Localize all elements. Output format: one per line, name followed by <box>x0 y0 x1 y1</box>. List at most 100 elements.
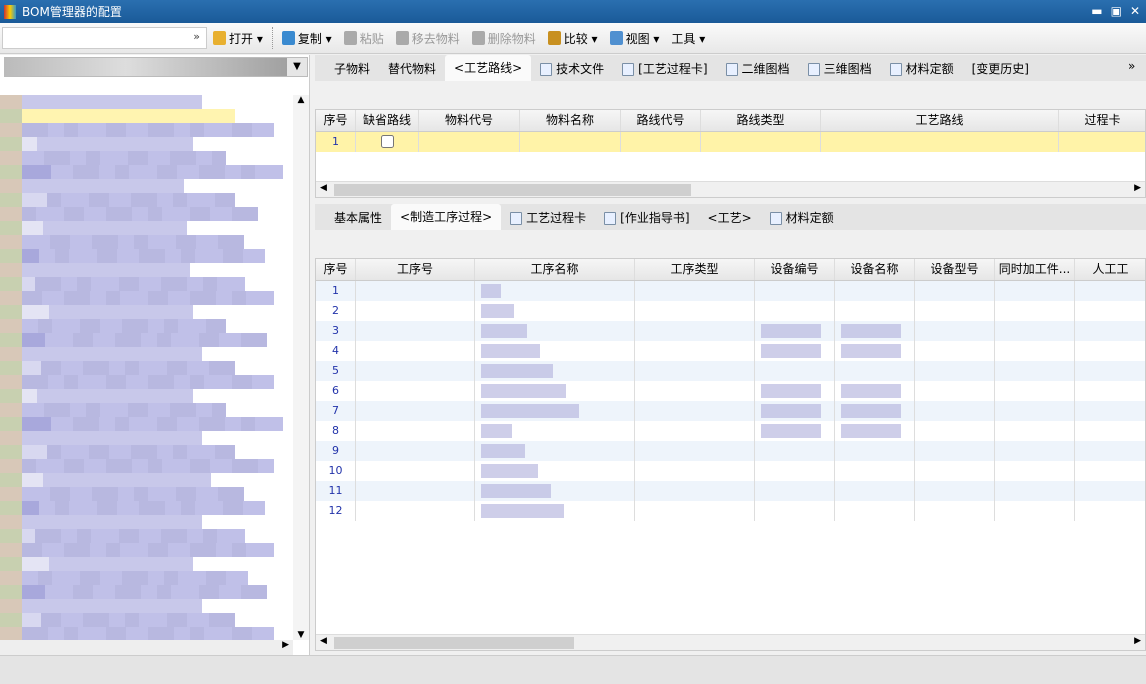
tab-4[interactable]: [工艺过程卡] <box>613 57 716 81</box>
tab-7[interactable]: 材料定额 <box>881 57 963 81</box>
column-header[interactable]: 缺省路线 <box>356 110 419 131</box>
column-header[interactable]: 设备名称 <box>835 259 915 280</box>
dropdown-arrow-icon[interactable]: ▼ <box>287 58 307 76</box>
tree-node[interactable] <box>0 445 293 459</box>
column-header[interactable]: 工序类型 <box>635 259 755 280</box>
toolbar-button-4[interactable]: 删除物料 <box>466 26 542 50</box>
tree-node[interactable] <box>0 515 293 529</box>
tab-2[interactable]: <工艺路线> <box>445 55 532 81</box>
tree-node[interactable] <box>0 95 293 109</box>
route-horizontal-scrollbar[interactable]: ◀ ▶ <box>316 181 1145 197</box>
tree-node[interactable] <box>0 109 293 123</box>
table-row[interactable]: 2 <box>316 301 1145 321</box>
toolbar-button-7[interactable]: 工具 ▾ <box>665 26 711 50</box>
table-row[interactable]: 1 <box>316 132 1145 152</box>
tree-node[interactable] <box>0 151 293 165</box>
tree-node[interactable] <box>0 319 293 333</box>
tab-1[interactable]: 替代物料 <box>379 57 445 81</box>
table-row[interactable]: 3 <box>316 321 1145 341</box>
tree-node[interactable] <box>0 263 293 277</box>
tree-node[interactable] <box>0 529 293 543</box>
table-row[interactable]: 12 <box>316 501 1145 521</box>
toolbar-button-2[interactable]: 粘贴 <box>338 26 390 50</box>
tree-node[interactable] <box>0 277 293 291</box>
tree-node[interactable] <box>0 137 293 151</box>
maximize-button[interactable]: ▣ <box>1111 4 1122 18</box>
column-header[interactable]: 设备型号 <box>915 259 995 280</box>
column-header[interactable]: 人工工 <box>1075 259 1146 280</box>
column-header[interactable]: 序号 <box>316 259 356 280</box>
close-button[interactable]: ✕ <box>1130 4 1140 18</box>
column-header[interactable]: 设备编号 <box>755 259 835 280</box>
tree-horizontal-scrollbar[interactable]: ▶ <box>0 640 293 656</box>
tree-node[interactable] <box>0 221 293 235</box>
column-header[interactable]: 工艺路线 <box>821 110 1059 131</box>
table-row[interactable]: 4 <box>316 341 1145 361</box>
toolbar-button-3[interactable]: 移去物料 <box>390 26 466 50</box>
tree-node[interactable] <box>0 557 293 571</box>
table-row[interactable]: 8 <box>316 421 1145 441</box>
column-header[interactable]: 物料代号 <box>419 110 520 131</box>
tab-3[interactable]: [作业指导书] <box>595 206 698 230</box>
tree-node[interactable] <box>0 165 293 179</box>
table-row[interactable]: 9 <box>316 441 1145 461</box>
tree-node[interactable] <box>0 459 293 473</box>
toolbar-button-1[interactable]: 复制 ▾ <box>276 26 338 50</box>
tree-node[interactable] <box>0 403 293 417</box>
column-header[interactable]: 序号 <box>316 110 356 131</box>
tab-0[interactable]: 子物料 <box>325 57 379 81</box>
tab-4[interactable]: <工艺> <box>699 206 761 230</box>
tree-node[interactable] <box>0 249 293 263</box>
table-row[interactable]: 1 <box>316 281 1145 301</box>
tree-node[interactable] <box>0 543 293 557</box>
tree-node[interactable] <box>0 613 293 627</box>
toolbar-button-6[interactable]: 视图 ▾ <box>604 26 666 50</box>
tree-node[interactable] <box>0 347 293 361</box>
column-header[interactable]: 路线代号 <box>621 110 701 131</box>
table-row[interactable]: 11 <box>316 481 1145 501</box>
tree-node[interactable] <box>0 361 293 375</box>
bom-selector-combo[interactable]: » <box>2 27 207 49</box>
minimize-button[interactable]: ▬ <box>1091 4 1102 18</box>
tree-node[interactable] <box>0 291 293 305</box>
tree-node[interactable] <box>0 193 293 207</box>
tree-node[interactable] <box>0 207 293 221</box>
tree-node[interactable] <box>0 235 293 249</box>
table-row[interactable]: 6 <box>316 381 1145 401</box>
tree-node[interactable] <box>0 501 293 515</box>
tree-node[interactable] <box>0 305 293 319</box>
process-horizontal-scrollbar[interactable]: ◀ ▶ <box>316 634 1145 650</box>
chevron-down-icon[interactable]: » <box>193 30 200 43</box>
tree-node[interactable] <box>0 487 293 501</box>
tab-8[interactable]: [变更历史] <box>963 57 1038 81</box>
tree-node[interactable] <box>0 333 293 347</box>
table-row[interactable]: 7 <box>316 401 1145 421</box>
tab-5[interactable]: 二维图档 <box>717 57 799 81</box>
bom-tree[interactable] <box>0 95 293 640</box>
tree-node[interactable] <box>0 417 293 431</box>
tree-node[interactable] <box>0 585 293 599</box>
toolbar-button-5[interactable]: 比较 ▾ <box>542 26 604 50</box>
column-header[interactable]: 工序号 <box>356 259 475 280</box>
tree-node[interactable] <box>0 571 293 585</box>
tree-filter-combo[interactable]: ▼ <box>4 57 308 77</box>
tree-node[interactable] <box>0 431 293 445</box>
tree-node[interactable] <box>0 375 293 389</box>
column-header[interactable]: 工序名称 <box>475 259 635 280</box>
column-header[interactable]: 同时加工件... <box>995 259 1075 280</box>
tab-2[interactable]: 工艺过程卡 <box>501 206 595 230</box>
tab-5[interactable]: 材料定额 <box>761 206 843 230</box>
column-header[interactable]: 物料名称 <box>520 110 621 131</box>
tab-3[interactable]: 技术文件 <box>531 57 613 81</box>
tree-node[interactable] <box>0 473 293 487</box>
default-route-checkbox[interactable] <box>380 135 394 148</box>
tree-vertical-scrollbar[interactable]: ▲ ▼ <box>293 95 309 640</box>
tree-node[interactable] <box>0 599 293 613</box>
tree-node[interactable] <box>0 123 293 137</box>
table-row[interactable]: 10 <box>316 461 1145 481</box>
more-tabs-icon[interactable]: » <box>1128 59 1135 73</box>
tab-0[interactable]: 基本属性 <box>325 206 391 230</box>
tree-node[interactable] <box>0 389 293 403</box>
tree-node[interactable] <box>0 627 293 640</box>
table-row[interactable]: 5 <box>316 361 1145 381</box>
